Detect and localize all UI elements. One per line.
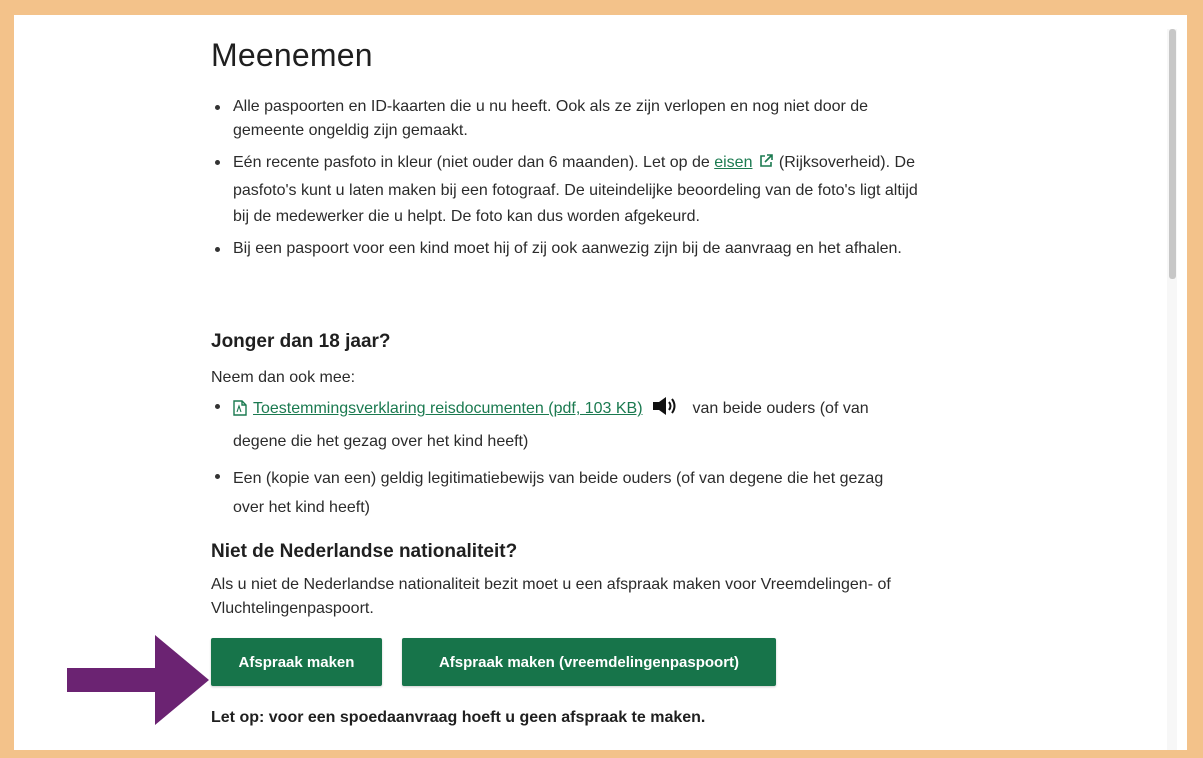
afspraak-vreemdelingenpaspoort-button[interactable]: Afspraak maken (vreemdelingenpaspoort) [402, 638, 776, 686]
list-item-text: Een (kopie van een) geldig legitimatiebe… [233, 470, 884, 516]
list-item: Bij een paspoort voor een kind moet hij … [211, 237, 921, 261]
scrollbar-thumb[interactable] [1169, 29, 1176, 279]
list-item-text: Eén recente pasfoto in kleur (niet ouder… [233, 154, 715, 171]
toestemmingsverklaring-link[interactable]: Toestemmingsverklaring reisdocumenten (p… [253, 400, 643, 417]
nationality-heading: Niet de Nederlandse nationaliteit? [211, 541, 518, 562]
arrow-right-icon [67, 635, 209, 730]
speaker-icon[interactable] [651, 396, 677, 426]
page-frame: Meenemen Alle paspoorten en ID-kaarten d… [14, 15, 1187, 750]
eisen-link[interactable]: eisen [714, 154, 752, 171]
under18-heading: Jonger dan 18 jaar? [211, 331, 391, 352]
spoedaanvraag-note: Let op: voor een spoedaanvraag hoeft u g… [211, 709, 706, 726]
list-item: Alle paspoorten en ID-kaarten die u nu h… [211, 95, 921, 143]
afspraak-maken-button[interactable]: Afspraak maken [211, 638, 382, 686]
external-link-icon[interactable] [758, 152, 774, 178]
nationality-text: Als u niet de Nederlandse nationaliteit … [211, 576, 891, 617]
under18-list: Toestemmingsverklaring reisdocumenten (p… [211, 394, 891, 522]
list-item: Een (kopie van een) geldig legitimatiebe… [211, 464, 891, 522]
meenemen-list: Alle paspoorten en ID-kaarten die u nu h… [211, 95, 921, 261]
list-item-text: Bij een paspoort voor een kind moet hij … [233, 240, 902, 257]
list-item-text: Alle paspoorten en ID-kaarten die u nu h… [233, 98, 869, 139]
page-title: Meenemen [211, 37, 373, 73]
scrollbar[interactable] [1167, 29, 1177, 750]
list-item: Eén recente pasfoto in kleur (niet ouder… [211, 150, 921, 230]
under18-intro: Neem dan ook mee: [211, 369, 356, 386]
pdf-icon [233, 397, 247, 427]
list-item: Toestemmingsverklaring reisdocumenten (p… [211, 394, 891, 457]
